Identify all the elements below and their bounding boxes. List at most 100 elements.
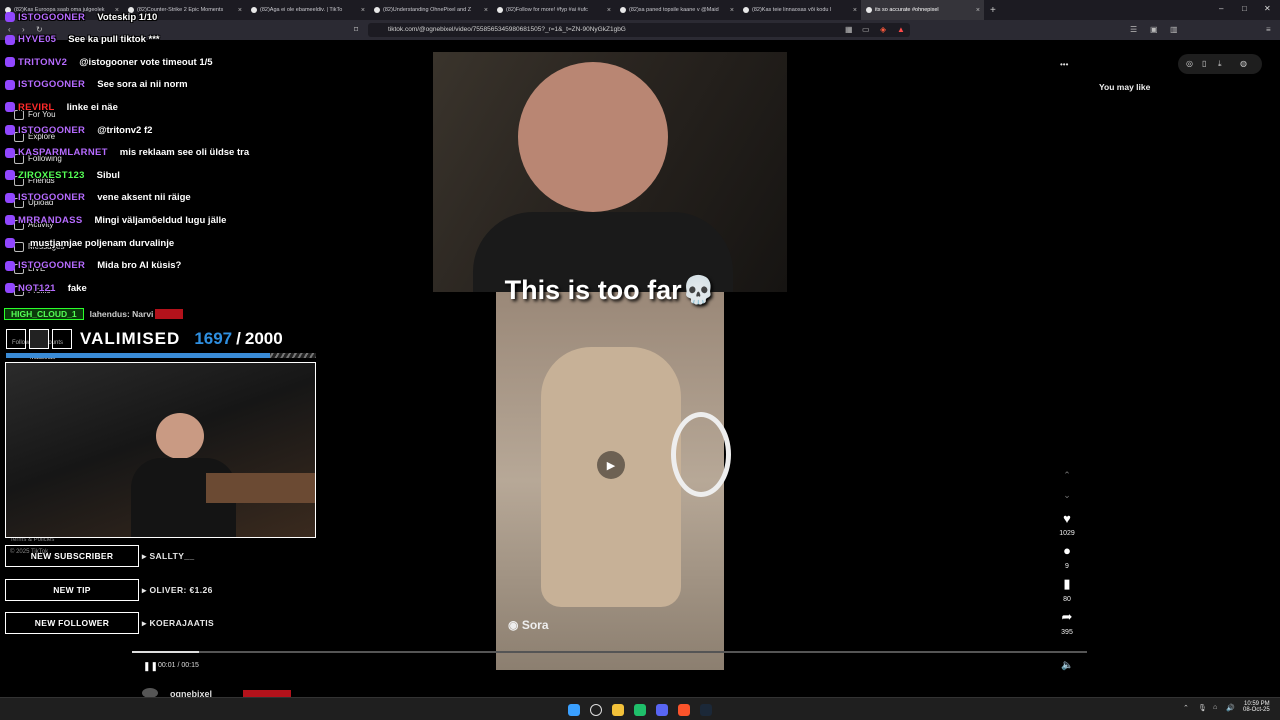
video-player[interactable]: This is too far💀 ▶ ◉ Sora: [433, 52, 787, 670]
chat-message: REVIRL linke ei näe: [5, 98, 118, 116]
close-tab-icon[interactable]: ×: [853, 7, 857, 14]
chat-message: ISTOGOONER Mida bro AI küsis?: [5, 257, 181, 275]
bookmark-save-icon[interactable]: ▮: [1060, 576, 1074, 592]
wallet-icon[interactable]: ▣: [1150, 25, 1158, 34]
more-options-icon[interactable]: •••: [1060, 60, 1068, 69]
minimize-icon[interactable]: –: [1219, 4, 1223, 13]
close-tab-icon[interactable]: ×: [976, 7, 980, 14]
chat-text: fake: [67, 282, 87, 294]
pause-icon[interactable]: ❚❚: [143, 661, 158, 672]
sora-watermark: ◉ Sora: [508, 618, 549, 632]
browser-tab[interactable]: (82)sa paned topsile kaane v @Maid ×: [615, 0, 738, 20]
chat-badge-icon: [5, 12, 15, 22]
rewards-icon[interactable]: ▲: [897, 25, 905, 34]
extensions-icon[interactable]: ☰: [1130, 25, 1137, 34]
chat-message: MRRANDASS Mingi väljamõeldud lugu jälle: [5, 211, 226, 229]
browser-tab-active[interactable]: its so accurate #ohnepixel ×: [861, 0, 984, 20]
chat-badge-icon: [5, 57, 15, 68]
download-icon[interactable]: ⤓: [1218, 59, 1222, 69]
goal-box-icon: [6, 329, 26, 349]
play-icon[interactable]: ▶: [597, 451, 625, 479]
maximize-icon[interactable]: □: [1242, 4, 1247, 13]
person-face: [518, 62, 668, 212]
stream-chat-overlay: ISTOGOONER Voteskip 1/10 HYVE05 See ka pull…: [0, 8, 330, 318]
share-icon[interactable]: ➦: [1060, 609, 1074, 625]
close-window-icon[interactable]: ✕: [1264, 4, 1271, 13]
volume-icon[interactable]: 🔈: [1061, 660, 1073, 671]
tab-favicon-icon: [866, 7, 872, 13]
brave-shield-icon[interactable]: ◈: [880, 25, 886, 34]
menu-icon[interactable]: ≡: [1266, 25, 1271, 34]
tab-favicon-icon: [374, 7, 380, 13]
close-tab-icon[interactable]: ×: [361, 7, 365, 14]
scroll-up-icon[interactable]: ⌃: [1060, 470, 1074, 481]
video-progress-fill: [132, 651, 199, 653]
sidebar-toggle-icon[interactable]: ▥: [1170, 25, 1178, 34]
chat-username: ISTOGOONER: [18, 124, 86, 136]
chat-text: See sora ai nii norm: [97, 79, 188, 91]
clock[interactable]: 10:59 PM 08-Oct-25: [1243, 701, 1270, 713]
streamer-head: [156, 413, 204, 459]
browser-tab[interactable]: (82)Follow for more! #fyp #ai #ufc ×: [492, 0, 615, 20]
chat-message: ISTOGOONER Voteskip 1/10: [5, 8, 157, 26]
chat-text: @istogooner vote timeout 1/5: [79, 56, 213, 68]
pip-icon[interactable]: ▭: [862, 25, 870, 34]
alert-value-text: SALLTY__: [149, 551, 195, 561]
microphone-icon[interactable]: 🎙: [1198, 704, 1207, 712]
chat-badge-icon: [5, 34, 15, 45]
browser-tab[interactable]: (82)Understanding OhnePixel and Z ×: [369, 0, 492, 20]
file-explorer-icon[interactable]: [612, 704, 624, 716]
goal-separator: /: [236, 329, 241, 348]
clock-date: 08-Oct-25: [1243, 707, 1270, 713]
chat-message: mustjamjae poljenam durvalinje: [5, 234, 174, 252]
chat-username: NOT121: [18, 282, 56, 294]
search-icon[interactable]: [590, 704, 602, 716]
chat-username: REVIRL: [18, 101, 55, 113]
close-tab-icon[interactable]: ×: [607, 7, 611, 14]
chat-text: See ka pull tiktok ***: [68, 34, 160, 46]
like-heart-icon[interactable]: ♥: [1060, 511, 1074, 526]
chat-badge-icon: [5, 260, 15, 271]
chat-username: TRITONV2: [18, 56, 68, 68]
new-tab-icon[interactable]: +: [984, 5, 1002, 16]
chat-badge-icon: [5, 147, 15, 158]
bookmark-icon[interactable]: ⌑: [354, 25, 358, 34]
alert-value: ▸ OLIVER: €1.26: [142, 585, 213, 595]
close-tab-icon[interactable]: ×: [484, 7, 488, 14]
goal-current: 1697: [194, 329, 233, 348]
brave-icon[interactable]: [678, 704, 690, 716]
reader-icon[interactable]: ▦: [845, 25, 853, 34]
highlighted-chat-message: HIGH_CLOUD_1 lahendus: Narvi: [4, 307, 184, 320]
chat-message: ISTOGOONER @tritonv2 f2: [5, 121, 152, 139]
chat-message: KASPARMLARNET mis reklaam see oli üldse t…: [5, 144, 249, 162]
start-icon[interactable]: [568, 704, 580, 716]
comment-icon[interactable]: ●: [1060, 543, 1074, 558]
video-caption: This is too far💀: [504, 275, 716, 305]
app-icon[interactable]: [634, 704, 646, 716]
chat-text: linke ei näe: [66, 101, 118, 113]
discord-icon[interactable]: [656, 704, 668, 716]
chat-badge-icon: [5, 79, 15, 90]
autoscroll-icon[interactable]: ◎: [1186, 59, 1193, 68]
chat-badge-icon: [5, 192, 15, 203]
address-field[interactable]: tiktok.com/@ognebixel/video/755856534598…: [368, 23, 910, 37]
tray-chevron-icon[interactable]: ⌃: [1183, 704, 1189, 712]
video-bottom-frame: [496, 292, 731, 670]
redacted-block: [155, 308, 184, 319]
video-progress-bar[interactable]: [132, 651, 1087, 653]
avatar-icon[interactable]: ◍: [1240, 59, 1247, 68]
browser-tab[interactable]: (82)Kas teie linnaosas või kodu l ×: [738, 0, 861, 20]
steam-icon[interactable]: [700, 704, 712, 716]
follow-button[interactable]: [243, 690, 291, 697]
new-follower-box: NEW FOLLOWER: [5, 612, 139, 634]
goal-title: VALIMISED: [80, 329, 181, 348]
speaker-icon[interactable]: 🔊: [1226, 704, 1235, 712]
alert-label: NEW TIP: [53, 585, 91, 595]
network-icon[interactable]: ⌂: [1213, 704, 1217, 711]
close-tab-icon[interactable]: ×: [730, 7, 734, 14]
alert-value-text: OLIVER: €1.26: [149, 585, 213, 595]
scroll-down-icon[interactable]: ⌄: [1060, 490, 1074, 501]
goal-box-icon: [29, 329, 49, 349]
device-icon[interactable]: ▯: [1202, 59, 1206, 68]
windows-taskbar: ⌃ 🎙 ⌂ 🔊 10:59 PM 08-Oct-25: [0, 697, 1280, 720]
